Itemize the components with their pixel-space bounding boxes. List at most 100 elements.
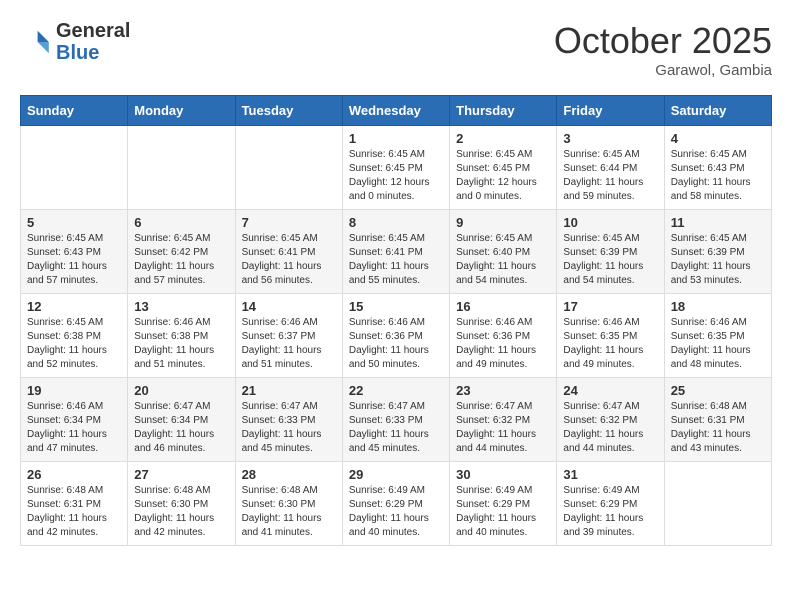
title-area: October 2025 Garawol, Gambia [554,20,772,79]
day-number: 30 [456,467,550,482]
location-subtitle: Garawol, Gambia [554,62,772,79]
calendar-cell: 16 Sunrise: 6:46 AM Sunset: 6:36 PM Dayli… [450,294,557,378]
day-number: 4 [671,131,765,146]
day-of-week-header: Monday [128,96,235,126]
day-of-week-header: Wednesday [342,96,449,126]
calendar-week-row: 5 Sunrise: 6:45 AM Sunset: 6:43 PM Daylig… [21,210,772,294]
day-info: Sunrise: 6:47 AM Sunset: 6:33 PM Dayligh… [242,400,336,456]
day-info: Sunrise: 6:46 AM Sunset: 6:37 PM Dayligh… [242,316,336,372]
calendar-cell: 30 Sunrise: 6:49 AM Sunset: 6:29 PM Dayli… [450,462,557,546]
day-number: 14 [242,299,336,314]
logo-general: General [56,20,130,42]
day-number: 12 [27,299,121,314]
day-number: 5 [27,215,121,230]
calendar-cell: 6 Sunrise: 6:45 AM Sunset: 6:42 PM Daylig… [128,210,235,294]
day-number: 9 [456,215,550,230]
calendar-cell: 12 Sunrise: 6:45 AM Sunset: 6:38 PM Dayli… [21,294,128,378]
calendar-cell: 25 Sunrise: 6:48 AM Sunset: 6:31 PM Dayli… [664,378,771,462]
day-info: Sunrise: 6:45 AM Sunset: 6:38 PM Dayligh… [27,316,121,372]
day-number: 22 [349,383,443,398]
logo-blue: Blue [56,42,130,64]
day-info: Sunrise: 6:45 AM Sunset: 6:39 PM Dayligh… [671,232,765,288]
day-number: 25 [671,383,765,398]
day-info: Sunrise: 6:45 AM Sunset: 6:44 PM Dayligh… [563,148,657,204]
day-number: 6 [134,215,228,230]
day-number: 20 [134,383,228,398]
day-info: Sunrise: 6:48 AM Sunset: 6:31 PM Dayligh… [671,400,765,456]
calendar-cell: 22 Sunrise: 6:47 AM Sunset: 6:33 PM Dayli… [342,378,449,462]
day-info: Sunrise: 6:46 AM Sunset: 6:38 PM Dayligh… [134,316,228,372]
day-info: Sunrise: 6:46 AM Sunset: 6:36 PM Dayligh… [349,316,443,372]
calendar-cell: 2 Sunrise: 6:45 AM Sunset: 6:45 PM Daylig… [450,126,557,210]
calendar-cell: 20 Sunrise: 6:47 AM Sunset: 6:34 PM Dayli… [128,378,235,462]
day-of-week-header: Saturday [664,96,771,126]
day-info: Sunrise: 6:48 AM Sunset: 6:30 PM Dayligh… [242,484,336,540]
calendar-cell: 23 Sunrise: 6:47 AM Sunset: 6:32 PM Dayli… [450,378,557,462]
day-number: 23 [456,383,550,398]
calendar-cell: 18 Sunrise: 6:46 AM Sunset: 6:35 PM Dayli… [664,294,771,378]
day-number: 1 [349,131,443,146]
calendar-cell: 14 Sunrise: 6:46 AM Sunset: 6:37 PM Dayli… [235,294,342,378]
calendar-cell: 29 Sunrise: 6:49 AM Sunset: 6:29 PM Dayli… [342,462,449,546]
day-info: Sunrise: 6:45 AM Sunset: 6:41 PM Dayligh… [242,232,336,288]
day-number: 26 [27,467,121,482]
logo: General Blue [20,20,130,64]
day-info: Sunrise: 6:46 AM Sunset: 6:34 PM Dayligh… [27,400,121,456]
calendar-cell: 9 Sunrise: 6:45 AM Sunset: 6:40 PM Daylig… [450,210,557,294]
day-info: Sunrise: 6:46 AM Sunset: 6:35 PM Dayligh… [671,316,765,372]
day-info: Sunrise: 6:49 AM Sunset: 6:29 PM Dayligh… [456,484,550,540]
day-number: 10 [563,215,657,230]
calendar-cell: 28 Sunrise: 6:48 AM Sunset: 6:30 PM Dayli… [235,462,342,546]
calendar-cell: 24 Sunrise: 6:47 AM Sunset: 6:32 PM Dayli… [557,378,664,462]
calendar-cell: 15 Sunrise: 6:46 AM Sunset: 6:36 PM Dayli… [342,294,449,378]
logo-icon [20,26,52,58]
day-number: 29 [349,467,443,482]
calendar-cell: 3 Sunrise: 6:45 AM Sunset: 6:44 PM Daylig… [557,126,664,210]
day-of-week-header: Thursday [450,96,557,126]
calendar-header-row: SundayMondayTuesdayWednesdayThursdayFrid… [21,96,772,126]
day-of-week-header: Friday [557,96,664,126]
day-info: Sunrise: 6:47 AM Sunset: 6:33 PM Dayligh… [349,400,443,456]
day-info: Sunrise: 6:49 AM Sunset: 6:29 PM Dayligh… [349,484,443,540]
day-number: 18 [671,299,765,314]
day-number: 11 [671,215,765,230]
day-number: 16 [456,299,550,314]
day-number: 3 [563,131,657,146]
calendar-week-row: 1 Sunrise: 6:45 AM Sunset: 6:45 PM Daylig… [21,126,772,210]
calendar-cell: 26Sunrise: 6:48 AM Sunset: 6:31 PM Dayli… [21,462,128,546]
day-of-week-header: Tuesday [235,96,342,126]
day-info: Sunrise: 6:47 AM Sunset: 6:32 PM Dayligh… [563,400,657,456]
day-number: 13 [134,299,228,314]
calendar-cell: 13 Sunrise: 6:46 AM Sunset: 6:38 PM Dayli… [128,294,235,378]
day-number: 21 [242,383,336,398]
day-number: 8 [349,215,443,230]
day-info: Sunrise: 6:45 AM Sunset: 6:40 PM Dayligh… [456,232,550,288]
day-info: Sunrise: 6:45 AM Sunset: 6:42 PM Dayligh… [134,232,228,288]
day-info: Sunrise: 6:45 AM Sunset: 6:45 PM Dayligh… [456,148,550,204]
day-number: 19 [27,383,121,398]
day-number: 24 [563,383,657,398]
month-title: October 2025 [554,20,772,62]
calendar-cell: 17Sunrise: 6:46 AM Sunset: 6:35 PM Dayli… [557,294,664,378]
calendar-cell [235,126,342,210]
day-info: Sunrise: 6:45 AM Sunset: 6:43 PM Dayligh… [27,232,121,288]
calendar-week-row: 26Sunrise: 6:48 AM Sunset: 6:31 PM Dayli… [21,462,772,546]
calendar-week-row: 12 Sunrise: 6:45 AM Sunset: 6:38 PM Dayli… [21,294,772,378]
day-info: Sunrise: 6:47 AM Sunset: 6:34 PM Dayligh… [134,400,228,456]
day-info: Sunrise: 6:46 AM Sunset: 6:35 PM Dayligh… [563,316,657,372]
day-number: 28 [242,467,336,482]
day-number: 2 [456,131,550,146]
day-info: Sunrise: 6:46 AM Sunset: 6:36 PM Dayligh… [456,316,550,372]
calendar-week-row: 19 Sunrise: 6:46 AM Sunset: 6:34 PM Dayli… [21,378,772,462]
day-info: Sunrise: 6:47 AM Sunset: 6:32 PM Dayligh… [456,400,550,456]
calendar-cell: 1 Sunrise: 6:45 AM Sunset: 6:45 PM Daylig… [342,126,449,210]
day-info: Sunrise: 6:45 AM Sunset: 6:45 PM Dayligh… [349,148,443,204]
calendar-cell: 4Sunrise: 6:45 AM Sunset: 6:43 PM Daylig… [664,126,771,210]
day-number: 31 [563,467,657,482]
calendar-cell: 7Sunrise: 6:45 AM Sunset: 6:41 PM Daylig… [235,210,342,294]
calendar-table: SundayMondayTuesdayWednesdayThursdayFrid… [20,95,772,546]
calendar-cell [21,126,128,210]
day-number: 15 [349,299,443,314]
calendar-cell: 27Sunrise: 6:48 AM Sunset: 6:30 PM Dayli… [128,462,235,546]
day-info: Sunrise: 6:45 AM Sunset: 6:39 PM Dayligh… [563,232,657,288]
